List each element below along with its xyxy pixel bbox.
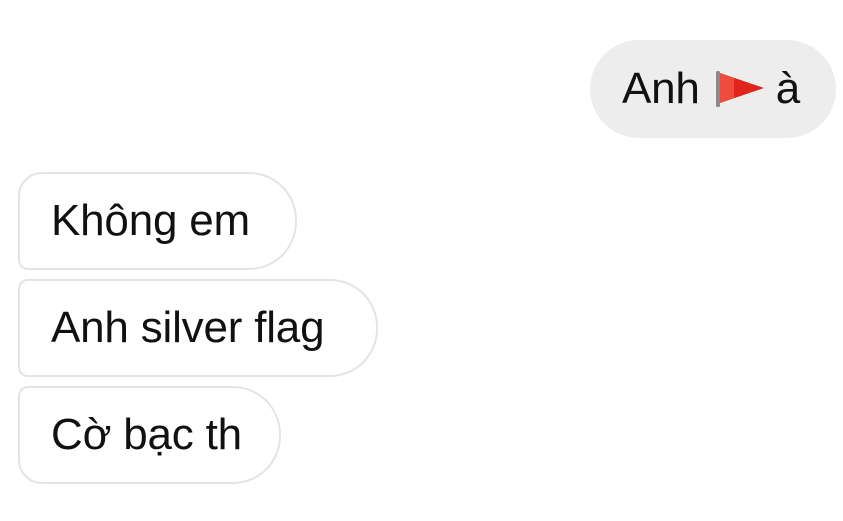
message-text-suffix: à	[775, 64, 800, 113]
message-text: Anh silver flag	[51, 303, 325, 352]
chat-thread: Anh à Không em Anh silver flag Cờ bạc th	[0, 0, 843, 521]
incoming-message-bubble[interactable]: Anh silver flag	[18, 279, 378, 377]
message-text: Anh	[622, 64, 700, 113]
incoming-message-bubble[interactable]: Cờ bạc th	[18, 386, 281, 484]
incoming-message-bubble[interactable]: Không em	[18, 172, 297, 270]
message-text: Không em	[51, 196, 250, 245]
triangular-flag-icon	[714, 69, 766, 109]
outgoing-message-bubble[interactable]: Anh à	[590, 40, 836, 138]
message-text: Cờ bạc th	[51, 410, 242, 459]
